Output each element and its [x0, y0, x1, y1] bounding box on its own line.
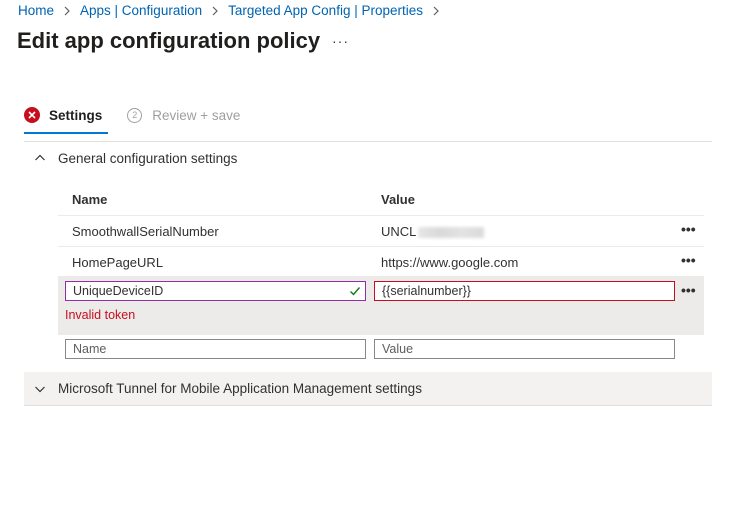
chevron-right-icon [211, 6, 219, 16]
setting-value-input-value: {{serialnumber}} [382, 284, 471, 298]
setting-value: https://www.google.com [381, 255, 519, 270]
setting-name-input-value: UniqueDeviceID [73, 284, 164, 298]
column-header-value: Value [381, 192, 415, 207]
general-configuration-section-header[interactable]: General configuration settings [24, 142, 712, 174]
new-setting-value-placeholder: Value [382, 342, 414, 356]
setting-value-text: UNCL [381, 224, 417, 239]
tab-review-save-label: Review + save [152, 107, 241, 123]
more-options-button[interactable]: ··· [332, 33, 349, 49]
table-row: HomePageURL https://www.google.com ••• [58, 246, 704, 277]
microsoft-tunnel-section-header[interactable]: Microsoft Tunnel for Mobile Application … [24, 372, 712, 406]
new-setting-name-input[interactable]: Name [65, 339, 366, 359]
row-more-options-button[interactable]: ••• [681, 221, 696, 237]
setting-name: SmoothwallSerialNumber [72, 224, 219, 239]
breadcrumb-targeted-app-config-link[interactable]: Targeted App Config | Properties [228, 3, 423, 18]
table-row-editing: UniqueDeviceID {{serialnumber}} ••• Inva… [58, 276, 704, 335]
chevron-right-icon [432, 6, 440, 16]
wizard-tabs: Settings 2 Review + save [24, 104, 240, 134]
setting-value-input[interactable]: {{serialnumber}} [374, 281, 675, 301]
redacted-value [418, 227, 485, 239]
column-header-name: Name [72, 192, 108, 207]
step-number-icon: 2 [127, 107, 143, 123]
new-setting-value-input[interactable]: Value [374, 339, 675, 359]
checkmark-icon [349, 285, 361, 300]
setting-name: HomePageURL [72, 255, 164, 270]
error-circle-icon [24, 107, 40, 123]
tab-settings[interactable]: Settings [24, 104, 109, 134]
setting-name-input[interactable]: UniqueDeviceID [65, 281, 366, 301]
chevron-up-icon [34, 152, 46, 164]
tab-review-save[interactable]: 2 Review + save [127, 104, 240, 126]
chevron-right-icon [63, 6, 71, 16]
breadcrumb-home-link[interactable]: Home [18, 3, 54, 18]
table-row-new: Name Value [58, 334, 704, 365]
breadcrumb: Home Apps | Configuration Targeted App C… [18, 3, 449, 18]
new-setting-name-placeholder: Name [73, 342, 107, 356]
table-row: SmoothwallSerialNumber UNCL ••• [58, 215, 704, 246]
row-more-options-button[interactable]: ••• [681, 252, 696, 268]
microsoft-tunnel-section-label: Microsoft Tunnel for Mobile Application … [58, 381, 422, 396]
validation-error-message: Invalid token [65, 308, 136, 322]
general-configuration-section-label: General configuration settings [58, 150, 238, 166]
breadcrumb-apps-configuration-link[interactable]: Apps | Configuration [80, 3, 202, 18]
setting-value: UNCL [381, 224, 485, 239]
tab-settings-label: Settings [49, 107, 103, 123]
page-title: Edit app configuration policy [17, 28, 321, 53]
row-more-options-button[interactable]: ••• [681, 282, 696, 298]
chevron-down-icon [34, 383, 46, 395]
